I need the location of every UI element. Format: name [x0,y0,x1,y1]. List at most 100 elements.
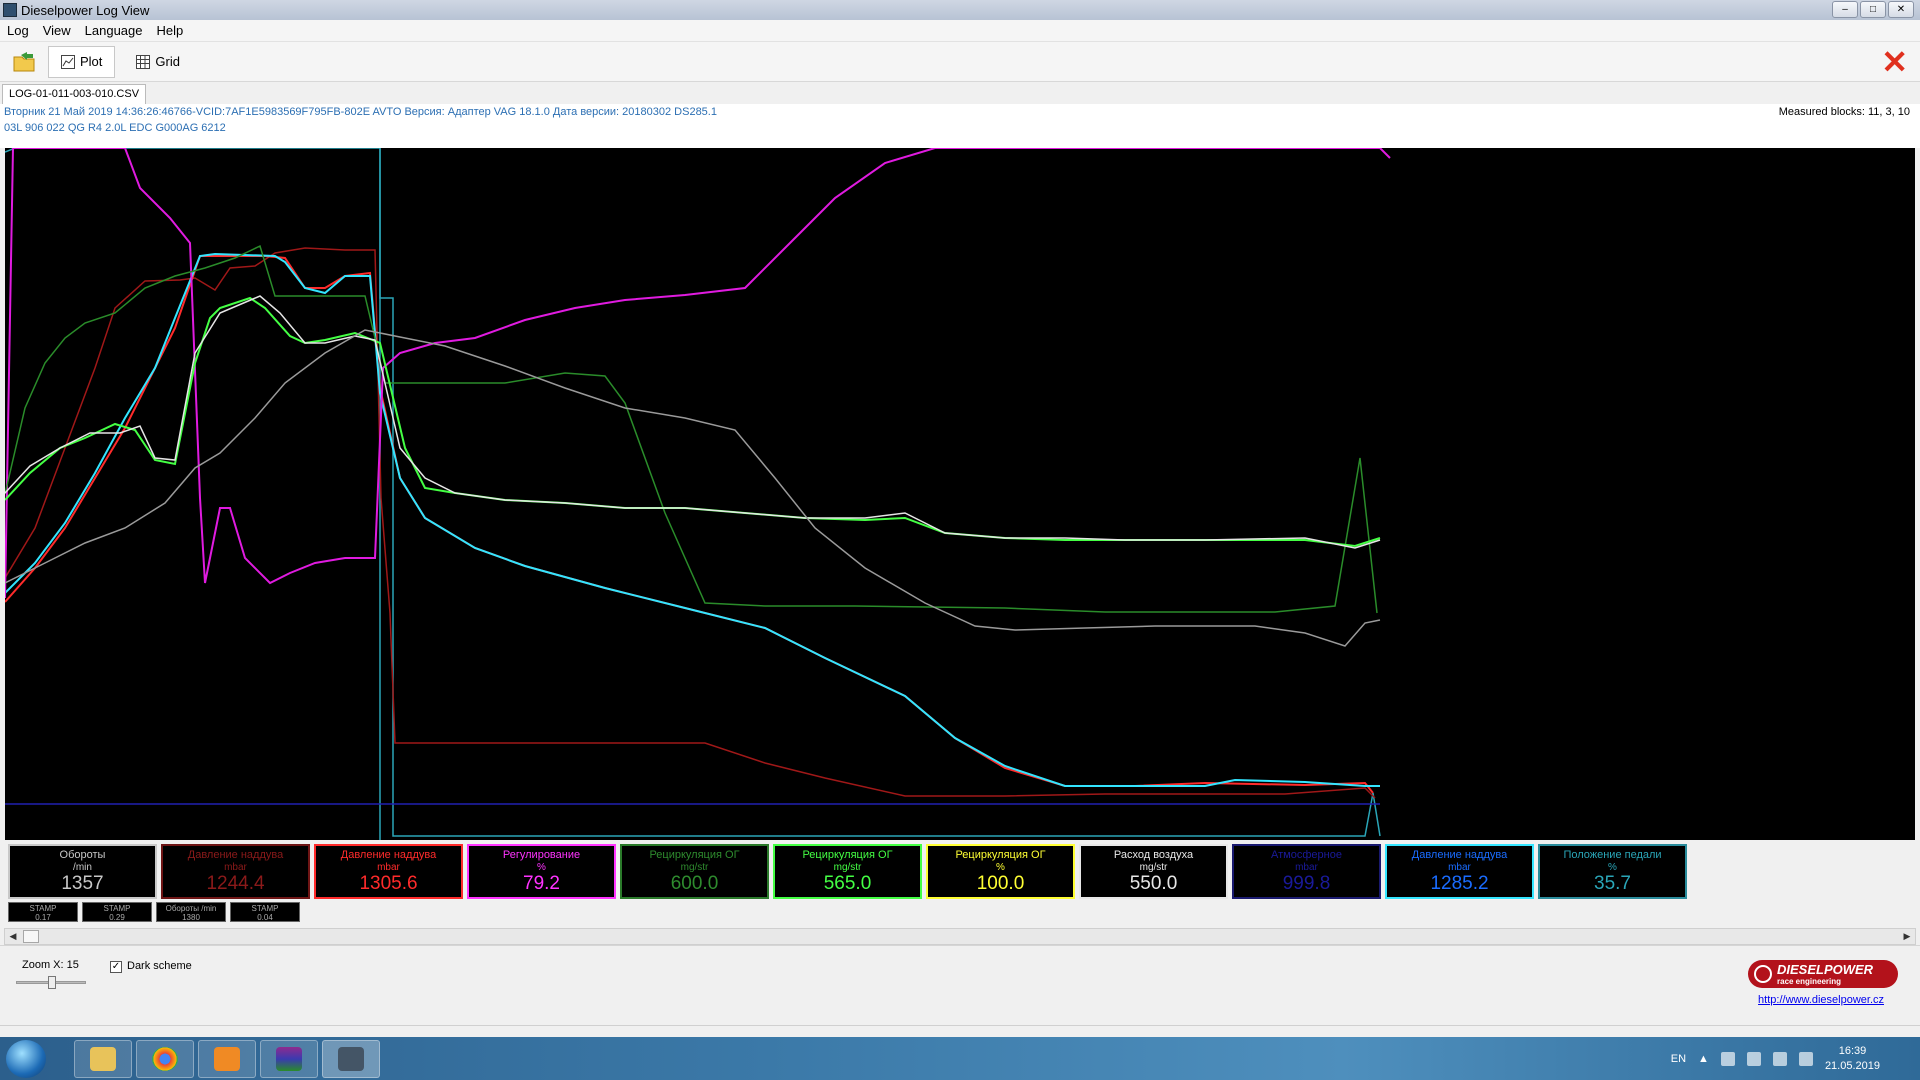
network-icon[interactable] [1746,1051,1761,1066]
scroll-left-icon[interactable]: ◀ [5,929,21,944]
taskbar-winrar[interactable] [260,1040,318,1078]
logo-text: DIESELPOWER [1777,961,1874,977]
gauge-name: Рециркуляция ОГ [802,849,893,861]
stamp-2: Обороты /min 1380 [156,902,226,922]
gauge-unit: % [1608,862,1617,873]
close-window-button[interactable]: ✕ [1888,1,1914,18]
power-icon[interactable] [1798,1051,1813,1066]
app-icon [3,3,17,17]
gauge-unit: % [537,862,546,873]
gauge-unit: mbar [1448,862,1471,873]
gauge-name: Рециркуляция ОГ [955,849,1046,861]
gauge-6: Рециркуляция ОГ% 100.0 [926,844,1075,899]
folder-open-icon [13,51,35,71]
taskbar-explorer[interactable] [74,1040,132,1078]
grid-icon [136,54,151,69]
log-info-line1: Вторник 21 Май 2019 14:36:26:46766-VCID:… [4,106,717,118]
language-indicator[interactable]: EN [1671,1053,1686,1065]
zoom-slider-thumb[interactable] [48,976,56,989]
minimize-button[interactable]: – [1832,1,1858,18]
stamp-label: STAMP [29,904,57,913]
gauge-1: Давление наддува mbar 1244.4 [161,844,310,899]
menu-log[interactable]: Log [0,23,36,38]
plot-tab-button[interactable]: Plot [48,45,116,78]
file-tab[interactable]: LOG-01-011-003-010.CSV [2,84,147,104]
gauge-value: 1285.2 [1430,873,1489,894]
gauge-9: Давление наддува mbar 1285.2 [1385,844,1534,899]
windows-taskbar: EN ▲ 16:39 21.05.2019 [0,1037,1920,1080]
gauge-unit: % [996,862,1005,873]
gauge-value: 79.2 [523,873,560,894]
gauge-value: 565.0 [823,873,872,894]
log-info-line2: 03L 906 022 QG R4 2.0L EDC G000AG 6212 [4,122,226,134]
menu-help[interactable]: Help [150,23,191,38]
gauge-unit: mbar [1295,862,1318,873]
stamp-label: STAMP [251,904,279,913]
window-title: Dieselpower Log View [21,2,150,18]
gauge-name: Давление наддува [1411,849,1508,861]
website-link[interactable]: http://www.dieselpower.cz [1758,994,1884,1006]
gauge-value: 1357 [61,873,104,894]
gauge-5: Рециркуляция ОГ mg/str 565.0 [773,844,922,899]
gauge-2: Давление наддува mbar 1305.6 [314,844,463,899]
system-tray: EN ▲ 16:39 21.05.2019 [1671,1037,1880,1080]
start-button[interactable] [6,1040,46,1078]
tray-arrow-icon[interactable]: ▲ [1698,1053,1709,1065]
series-darkred [5,247,1376,799]
zoom-slider[interactable] [16,976,86,990]
log-plot-area[interactable] [5,148,1915,840]
window-controls: – □ ✕ [1832,1,1914,18]
dark-scheme-checkbox[interactable]: ✓ [110,961,122,973]
clock[interactable]: 16:39 21.05.2019 [1825,1044,1880,1074]
winrar-icon [276,1047,302,1071]
gauge-unit: mg/str [680,862,709,873]
bottom-panel: Zoom X: 15 ✓ Dark scheme DIESELPOWER rac… [0,945,1920,1025]
grid-tab-button[interactable]: Grid [123,46,193,78]
gauge-value: 100.0 [976,873,1025,894]
gauge-value: 1244.4 [206,873,265,894]
menu-language[interactable]: Language [78,23,150,38]
gauge-3: Регулирование% 79.2 [467,844,616,899]
stamp-label: STAMP [103,904,131,913]
maximize-button[interactable]: □ [1860,1,1886,18]
logo-turbo-icon [1754,965,1772,983]
stamp-value: 0.04 [257,913,273,922]
menu-view[interactable]: View [36,23,78,38]
log-info-bar: Вторник 21 Май 2019 14:36:26:46766-VCID:… [0,104,1920,148]
log-plot-svg [5,148,1391,840]
stamp-value: 0.29 [109,913,125,922]
gauge-unit: mbar [224,862,247,873]
gauge-value: 35.7 [1594,873,1631,894]
stamp-value: 1380 [182,913,200,922]
horizontal-scrollbar[interactable]: ◀ ▶ [4,928,1916,945]
scroll-right-icon[interactable]: ▶ [1899,929,1915,944]
volume-icon[interactable] [1772,1051,1787,1066]
gauge-value: 1305.6 [359,873,418,894]
gauge-unit: mg/str [833,862,862,873]
clock-date: 21.05.2019 [1824,1059,1880,1072]
clock-time: 16:39 [1838,1044,1867,1057]
taskbar-media-player[interactable] [198,1040,256,1078]
gauge-name: Регулирование [502,849,581,861]
gauge-8: Атмосферное mbar 999.8 [1232,844,1381,899]
scroll-thumb[interactable] [23,930,39,943]
gauge-4: Рециркуляция ОГ mg/str 600.0 [620,844,769,899]
logo-subtext: race engineering [1777,976,1842,986]
close-log-button[interactable]: ✕ [1881,46,1908,78]
plot-label: Plot [80,54,103,69]
gauge-row: Обороты/min 1357 Давление наддува mbar 1244.… [8,844,1687,900]
series-magenta [5,148,1391,599]
stamp-0: STAMP 0.17 [8,902,78,922]
gauge-name: Обороты [59,849,106,861]
open-file-button[interactable] [10,47,40,77]
taskbar-dieselpower[interactable] [322,1040,380,1078]
gauge-value: 600.0 [670,873,719,894]
chart-icon [61,54,75,69]
taskbar-chrome[interactable] [136,1040,194,1078]
dieselpower-logo: DIESELPOWER race engineering [1748,960,1898,988]
gauge-name: Положение педали [1563,849,1662,861]
dark-scheme-label: Dark scheme [127,960,192,972]
gauge-unit: mg/str [1139,862,1168,873]
gauge-10: Положение педали% 35.7 [1538,844,1687,899]
action-center-icon[interactable] [1720,1051,1735,1066]
